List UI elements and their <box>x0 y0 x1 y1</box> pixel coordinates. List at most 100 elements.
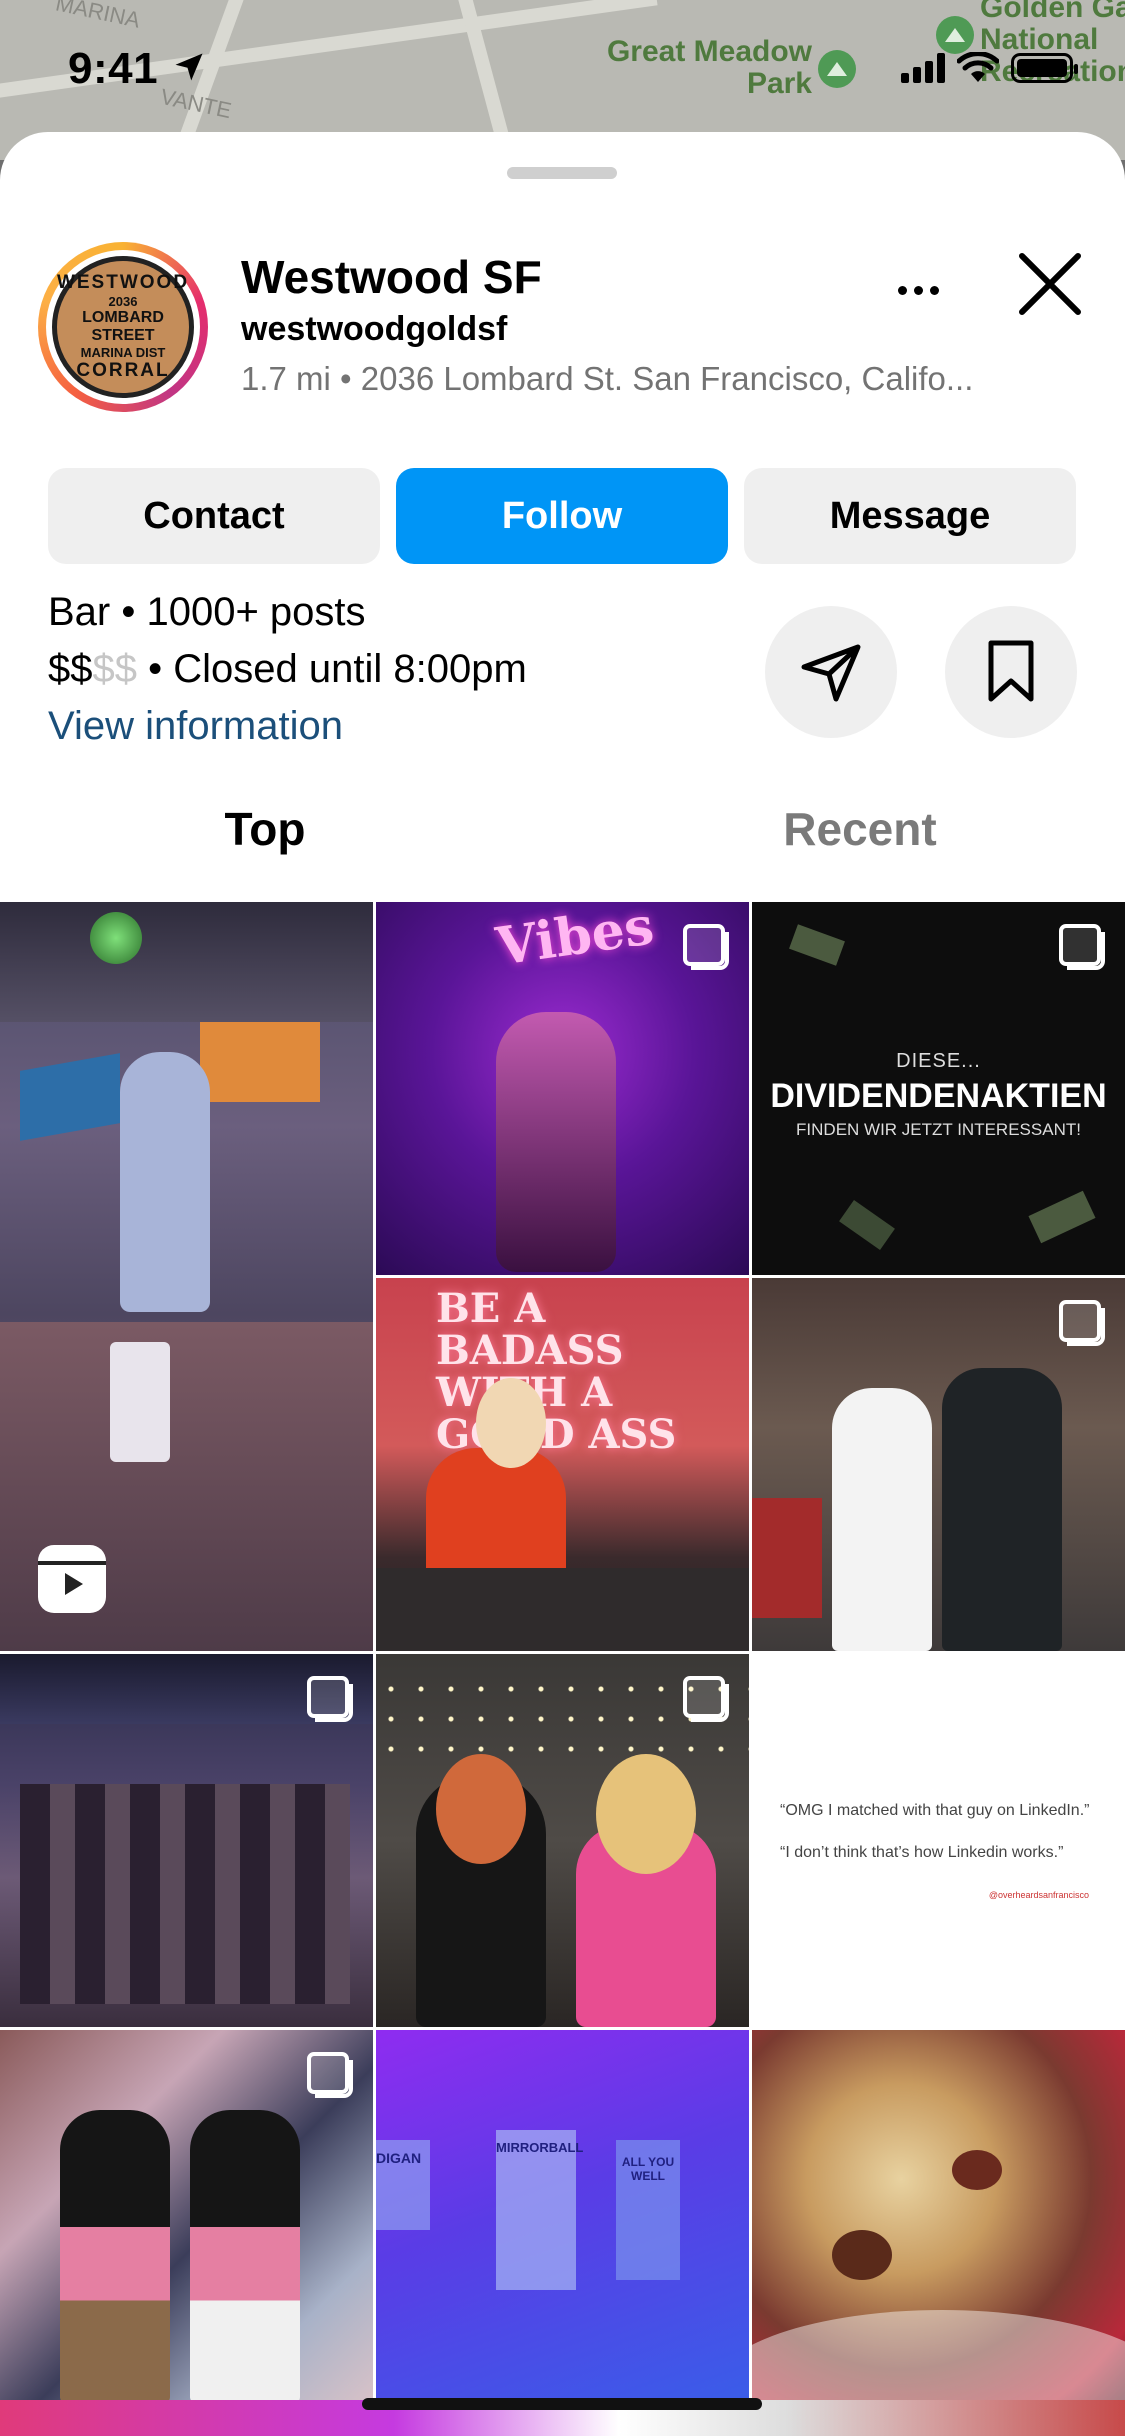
carousel-icon <box>683 924 729 970</box>
person-white-shirt <box>832 1388 932 1651</box>
profile-avatar[interactable]: WESTWOOD 2036 LOMBARD STREET MARINA DIST… <box>38 242 208 412</box>
send-arrow-icon <box>801 644 861 702</box>
price-hours-line: $$$$ • Closed until 8:00pm <box>48 641 527 698</box>
dancer-boots <box>110 1342 170 1462</box>
poster-text: ALL YOU WELL <box>621 2155 675 2183</box>
post-grid: Vibes DIESE... DIVIDENDENAKTIEN FINDEN W… <box>0 902 1125 2403</box>
map-label-marina: MARINA <box>53 0 143 33</box>
avatar-text: MARINA DIST <box>80 345 166 360</box>
quote-text: “OMG I matched with that guy on LinkedIn… <box>780 1800 1105 1884</box>
neon-sign: Vibes <box>492 902 658 978</box>
category-line: Bar • 1000+ posts <box>48 590 366 634</box>
post-tile[interactable] <box>0 902 373 1651</box>
hours-status: • Closed until 8:00pm <box>137 647 527 691</box>
post-text: DIVIDENDENAKTIEN <box>770 1077 1107 1115</box>
post-tile[interactable]: “OMG I matched with that guy on LinkedIn… <box>752 1654 1125 2027</box>
reel-icon <box>38 1545 106 1613</box>
profile-name[interactable]: Westwood SF <box>241 250 542 304</box>
avatar-text: LOMBARD <box>82 309 164 326</box>
cellular-signal-icon <box>901 53 945 83</box>
price-level-inactive: $$ <box>92 647 138 691</box>
avatar-text: 2036 <box>108 294 138 309</box>
avatar-text: WESTWOOD <box>56 272 190 293</box>
person-head <box>596 1754 696 1874</box>
avatar-text: STREET <box>91 327 155 344</box>
post-text: DIESE... <box>896 1050 981 1072</box>
money-bill <box>1028 1190 1096 1244</box>
park-pin-icon <box>936 16 974 54</box>
person-head <box>436 1754 526 1864</box>
more-options-button[interactable] <box>880 260 956 320</box>
whisky-sign <box>752 1498 822 1618</box>
bookmark-icon <box>988 640 1034 702</box>
poster-text: DIGAN <box>376 2150 422 2166</box>
person-figure <box>496 1012 616 1272</box>
post-tile[interactable] <box>752 1278 1125 1651</box>
post-tile[interactable]: Vibes <box>376 902 749 1275</box>
money-bill <box>789 924 845 966</box>
food-item <box>952 2150 1002 2190</box>
food-item <box>832 2230 892 2280</box>
action-buttons: Contact Follow Message <box>48 468 1076 564</box>
avatar-logo: WESTWOOD 2036 LOMBARD STREET MARINA DIST… <box>52 256 194 398</box>
park-pin-icon <box>818 50 856 88</box>
post-tile[interactable]: DIGAN MIRRORBALL ALL YOU WELL <box>376 2030 749 2403</box>
avatar-text: CORRAL <box>76 360 170 381</box>
quote-tag: @overheardsanfrancisco <box>988 1890 1089 1900</box>
profile-handle[interactable]: westwoodgoldsf <box>241 310 507 349</box>
carousel-icon <box>1059 924 1105 970</box>
dot-icon <box>929 285 939 295</box>
home-indicator[interactable] <box>362 2398 762 2410</box>
profile-address[interactable]: 1.7 mi • 2036 Lombard St. San Francisco,… <box>241 360 973 398</box>
wifi-icon <box>957 52 999 82</box>
tab-recent[interactable]: Recent <box>580 802 1125 856</box>
post-tile[interactable]: BE A BADASS WITH A GOOD ASS <box>376 1278 749 1651</box>
status-time: 9:41 <box>68 44 207 94</box>
chair <box>376 1568 749 1651</box>
place-sheet: WESTWOOD 2036 LOMBARD STREET MARINA DIST… <box>0 132 1125 2436</box>
directions-button[interactable] <box>765 606 897 738</box>
person-black-hoodie <box>942 1368 1062 1651</box>
message-button[interactable]: Message <box>744 468 1076 564</box>
dancer-figure <box>120 1052 210 1312</box>
status-icons <box>901 52 1078 84</box>
post-tile[interactable] <box>376 1654 749 2027</box>
neon-sign: BE A BADASS WITH A GOOD ASS <box>436 1285 677 1458</box>
post-tile[interactable] <box>752 2030 1125 2403</box>
dot-icon <box>913 285 923 295</box>
ceiling-lights <box>0 902 373 1022</box>
post-tile[interactable]: DIESE... DIVIDENDENAKTIEN FINDEN WIR JET… <box>752 902 1125 1275</box>
person-head <box>476 1378 546 1468</box>
carousel-icon <box>1059 1300 1105 1346</box>
carousel-icon <box>683 1676 729 1722</box>
map-label-park: Great Meadow Park <box>606 35 812 100</box>
content-tabs: Top Recent <box>0 792 1125 892</box>
quote-line: “OMG I matched with that guy on LinkedIn… <box>780 1802 1090 1819</box>
place-info: Bar • 1000+ posts $$$$ • Closed until 8:… <box>48 584 527 755</box>
contact-button[interactable]: Contact <box>48 468 380 564</box>
price-level: $$ <box>48 647 93 691</box>
person-figure <box>60 2110 170 2403</box>
carousel-icon <box>307 1676 353 1722</box>
quote-line: “I don’t think that’s how Linkedin works… <box>780 1844 1064 1861</box>
save-button[interactable] <box>945 606 1077 738</box>
plate <box>752 2310 1125 2403</box>
sheet-grabber[interactable] <box>507 167 617 179</box>
person-figure <box>190 2110 300 2403</box>
tab-top[interactable]: Top <box>0 802 530 856</box>
disco-ball <box>90 912 142 964</box>
tv-screen <box>20 1053 120 1141</box>
money-bill <box>839 1200 895 1250</box>
carousel-icon <box>307 2052 353 2098</box>
close-icon[interactable] <box>1010 244 1090 324</box>
status-time-text: 9:41 <box>68 44 159 93</box>
location-arrow-icon <box>175 53 203 81</box>
post-tile[interactable] <box>0 1654 373 2027</box>
view-information-link[interactable]: View information <box>48 698 527 755</box>
tv-screen <box>200 1022 320 1102</box>
dancers-crowd <box>20 1784 350 2004</box>
dot-icon <box>897 285 907 295</box>
poster-text: MIRRORBALL <box>496 2140 584 2155</box>
follow-button[interactable]: Follow <box>396 468 728 564</box>
post-tile[interactable] <box>0 2030 373 2403</box>
